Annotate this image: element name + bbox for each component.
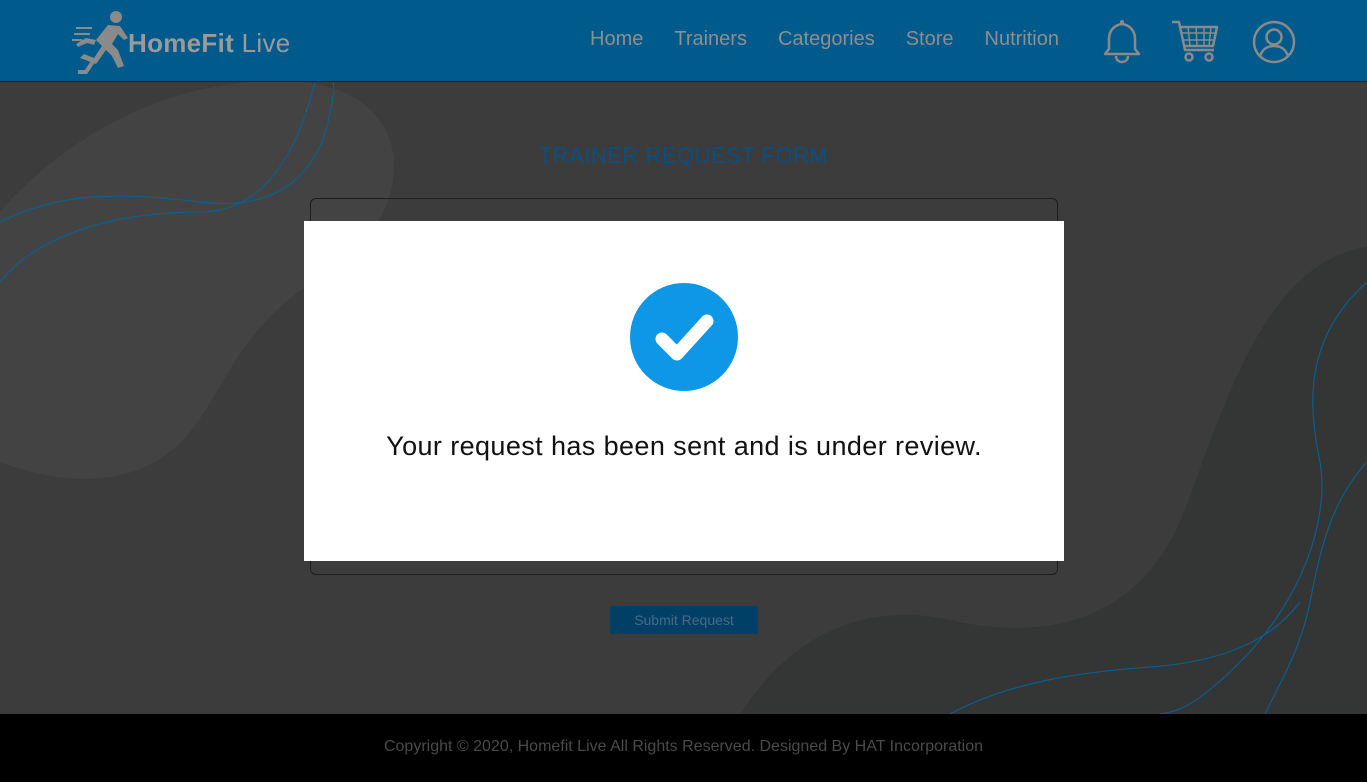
page: HomeFit Live Home Trainers Categories St… (0, 0, 1367, 782)
user-icon[interactable] (1252, 20, 1296, 64)
runner-logo-icon (72, 11, 128, 74)
logo-text-bold: HomeFit (128, 27, 235, 58)
nav-store[interactable]: Store (906, 28, 954, 51)
submit-request-button[interactable]: Submit Request (610, 606, 758, 634)
check-circle-icon (630, 283, 738, 391)
form-title: TRAINER REQUEST FORM (538, 143, 829, 168)
main-nav: Home Trainers Categories Store Nutrition (590, 28, 1090, 51)
copyright-text: Copyright © 2020, Homefit Live All Right… (383, 738, 984, 755)
top-header: HomeFit Live Home Trainers Categories St… (0, 0, 1367, 82)
nav-trainers[interactable]: Trainers (674, 28, 747, 51)
footer: Copyright © 2020, Homefit Live All Right… (0, 714, 1367, 782)
logo-text: HomeFit Live (128, 28, 291, 59)
logo[interactable]: HomeFit Live (72, 10, 291, 74)
success-modal: Your request has been sent and is under … (304, 221, 1064, 561)
cart-icon[interactable] (1170, 18, 1220, 64)
logo-text-light: Live (234, 27, 291, 58)
nav-nutrition[interactable]: Nutrition (985, 28, 1059, 51)
nav-home[interactable]: Home (590, 28, 643, 51)
bell-icon[interactable] (1102, 18, 1142, 64)
nav-categories[interactable]: Categories (778, 28, 875, 51)
success-message: Your request has been sent and is under … (386, 431, 982, 461)
